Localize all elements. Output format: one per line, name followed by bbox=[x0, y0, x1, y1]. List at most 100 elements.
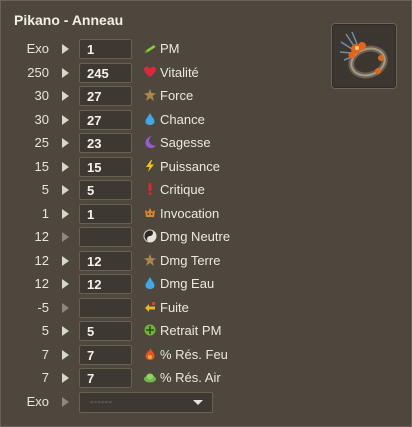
neutral-icon bbox=[143, 229, 157, 243]
stat-label: Retrait PM bbox=[160, 323, 222, 338]
exo-stat-select[interactable]: ------ bbox=[79, 391, 213, 413]
stat-row-dmg-eau: 12 12 Dmg Eau bbox=[1, 273, 321, 297]
invocation-icon bbox=[143, 206, 157, 220]
stat-row-res-air: 7 7 % Rés. Air bbox=[1, 367, 321, 391]
stat-row-chance: 30 27 Chance bbox=[1, 109, 321, 133]
stat-value-input[interactable]: 5 bbox=[79, 321, 132, 341]
stat-value-input[interactable]: 27 bbox=[79, 109, 132, 130]
stat-value-input[interactable]: 23 bbox=[79, 133, 132, 153]
stat-row-dmg-terre: 12 12 Dmg Terre bbox=[1, 250, 321, 274]
transfer-arrow-icon[interactable] bbox=[62, 67, 69, 78]
pm-icon bbox=[143, 41, 157, 55]
flee-icon bbox=[143, 300, 157, 314]
stat-row-fuite: -5 Fuite bbox=[1, 297, 321, 321]
transfer-arrow-icon[interactable] bbox=[62, 208, 69, 219]
stat-base: 7 bbox=[41, 346, 49, 362]
stat-value-input[interactable]: 27 bbox=[79, 86, 132, 106]
ring-icon bbox=[339, 31, 388, 79]
earth-icon bbox=[143, 88, 157, 102]
moon-icon bbox=[143, 135, 157, 149]
stat-label: Invocation bbox=[160, 205, 220, 221]
earth-icon bbox=[143, 253, 157, 267]
stat-base: 12 bbox=[34, 229, 49, 244]
exo-select-row: Exo ------ bbox=[1, 391, 321, 415]
stat-row-dmg-neutre: 12 Dmg Neutre bbox=[1, 226, 321, 250]
exclamation-icon bbox=[143, 182, 157, 196]
chevron-down-icon[interactable] bbox=[193, 399, 203, 405]
transfer-arrow-icon[interactable] bbox=[62, 302, 69, 313]
exo-label: Exo bbox=[26, 393, 49, 409]
stat-row-res-feu: 7 7 % Rés. Feu bbox=[1, 344, 321, 368]
stat-label: % Rés. Air bbox=[160, 370, 221, 385]
stat-label: Puissance bbox=[160, 158, 220, 174]
stat-value-input[interactable]: 5 bbox=[79, 180, 132, 200]
stat-row-puissance: 15 15 Puissance bbox=[1, 156, 321, 180]
stat-base: 1 bbox=[41, 205, 49, 221]
stat-value-input[interactable]: 1 bbox=[79, 203, 132, 224]
stat-label: % Rés. Feu bbox=[160, 346, 228, 362]
stat-row-vitalite: 250 245 Vitalité bbox=[1, 62, 321, 86]
heart-icon bbox=[143, 65, 157, 79]
transfer-arrow-icon[interactable] bbox=[62, 185, 69, 195]
stat-base: 12 bbox=[34, 252, 49, 268]
stat-base: 5 bbox=[41, 182, 49, 197]
exo-select-placeholder: ------ bbox=[90, 395, 112, 408]
transfer-arrow-icon[interactable] bbox=[62, 255, 69, 266]
stat-base: 30 bbox=[34, 111, 49, 127]
stat-label: Dmg Neutre bbox=[160, 229, 231, 244]
transfer-arrow-icon[interactable] bbox=[62, 373, 69, 383]
stat-value-input[interactable] bbox=[79, 227, 132, 247]
stat-base: 7 bbox=[41, 370, 49, 385]
pm-removal-icon bbox=[143, 323, 157, 337]
stat-label: Vitalité bbox=[160, 64, 199, 80]
stat-base: 30 bbox=[34, 88, 49, 103]
stat-row-retrait-pm: 5 5 Retrait PM bbox=[1, 320, 321, 344]
item-panel: Pikano - Anneau Exo 1 PM 250 245 Vitalit… bbox=[0, 0, 412, 427]
stat-label: Dmg Terre bbox=[160, 252, 221, 268]
transfer-arrow-icon[interactable] bbox=[62, 91, 69, 101]
stat-base: Exo bbox=[26, 41, 49, 56]
stat-base: 25 bbox=[34, 135, 49, 150]
stat-base: 15 bbox=[34, 158, 49, 174]
stat-value-input[interactable]: 15 bbox=[79, 156, 132, 177]
stat-label: Force bbox=[160, 88, 194, 103]
stat-row-pm: Exo 1 PM bbox=[1, 38, 321, 62]
transfer-arrow-icon[interactable] bbox=[62, 161, 69, 172]
stat-label: Critique bbox=[160, 182, 205, 197]
stat-base: -5 bbox=[37, 299, 49, 315]
water-drop-icon bbox=[143, 276, 157, 290]
stat-value-input[interactable]: 7 bbox=[79, 344, 132, 365]
transfer-arrow-icon[interactable] bbox=[62, 138, 69, 148]
stat-value-input[interactable]: 12 bbox=[79, 274, 132, 294]
stat-label: Fuite bbox=[160, 299, 189, 315]
stat-row-sagesse: 25 23 Sagesse bbox=[1, 132, 321, 156]
transfer-arrow-icon[interactable] bbox=[62, 349, 69, 360]
stat-value-input[interactable]: 12 bbox=[79, 250, 132, 271]
air-icon bbox=[143, 370, 157, 384]
water-drop-icon bbox=[143, 112, 157, 126]
transfer-arrow-icon[interactable] bbox=[62, 44, 69, 54]
transfer-arrow-icon[interactable] bbox=[62, 114, 69, 125]
stat-label: Sagesse bbox=[160, 135, 211, 150]
ring-item-icon bbox=[331, 23, 397, 89]
transfer-arrow-icon[interactable] bbox=[62, 396, 69, 407]
stat-row-force: 30 27 Force bbox=[1, 85, 321, 109]
stat-value-input[interactable]: 7 bbox=[79, 368, 132, 388]
transfer-arrow-icon[interactable] bbox=[62, 326, 69, 336]
fire-icon bbox=[143, 347, 157, 361]
transfer-arrow-icon[interactable] bbox=[62, 279, 69, 289]
stat-label: PM bbox=[160, 41, 180, 56]
item-title: Pikano - Anneau bbox=[14, 12, 124, 28]
lightning-icon bbox=[143, 159, 157, 173]
stat-base: 12 bbox=[34, 276, 49, 291]
stat-base: 250 bbox=[27, 64, 49, 80]
stat-row-invocation: 1 1 Invocation bbox=[1, 203, 321, 227]
stat-row-critique: 5 5 Critique bbox=[1, 179, 321, 203]
stat-base: 5 bbox=[41, 323, 49, 338]
stat-label: Dmg Eau bbox=[160, 276, 215, 291]
transfer-arrow-icon[interactable] bbox=[62, 232, 69, 242]
stat-label: Chance bbox=[160, 111, 205, 127]
stat-value-input[interactable] bbox=[79, 297, 132, 318]
stat-value-input[interactable]: 1 bbox=[79, 39, 132, 59]
stat-value-input[interactable]: 245 bbox=[79, 62, 132, 83]
